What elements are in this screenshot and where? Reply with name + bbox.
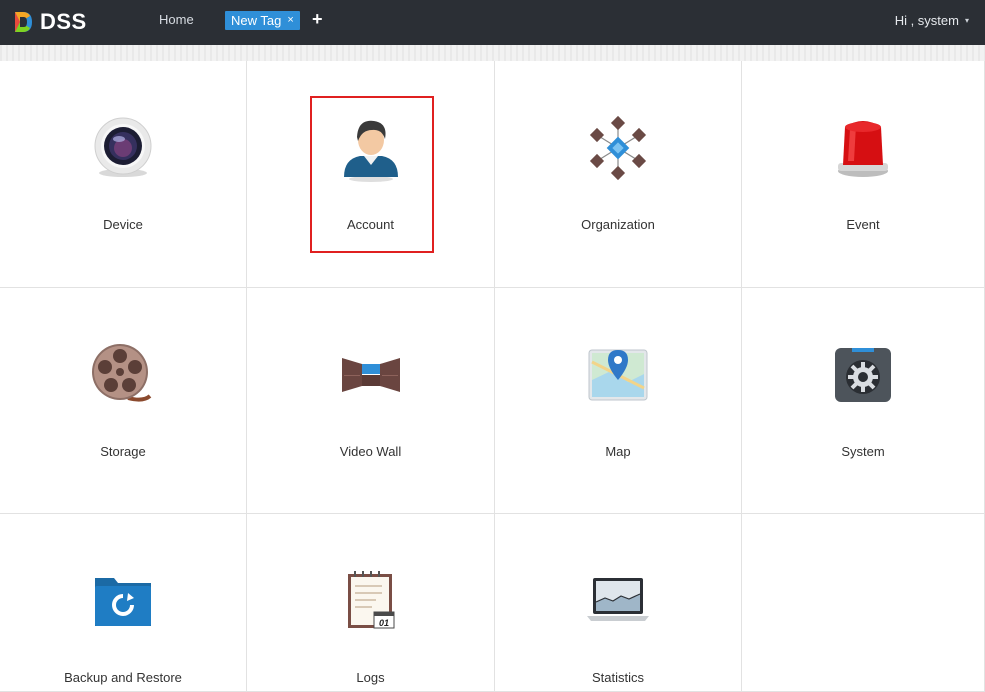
tile-empty — [742, 514, 985, 692]
tile-label: Video Wall — [339, 444, 402, 459]
video-wall-icon — [341, 358, 400, 392]
tile-label: Statistics — [591, 670, 644, 685]
tile-video-wall[interactable]: Video Wall — [247, 288, 495, 514]
event-alarm-icon — [838, 121, 888, 177]
tile-event[interactable]: Event — [742, 61, 985, 288]
add-tab-button[interactable]: + — [312, 9, 323, 30]
organization-icon — [589, 115, 647, 181]
nav-home-link[interactable]: Home — [159, 12, 194, 27]
tile-system[interactable]: System — [742, 288, 985, 514]
account-icon — [343, 120, 398, 182]
tile-label: Event — [846, 217, 880, 232]
tile-label: System — [841, 444, 885, 459]
tile-label: Storage — [100, 444, 146, 459]
tile-storage[interactable]: Storage — [0, 288, 247, 514]
module-grid: Device Account Organization Event Storag… — [0, 61, 985, 692]
logs-icon-date: 01 — [378, 618, 388, 628]
statistics-laptop-icon — [587, 578, 649, 621]
tile-logs[interactable]: 01 Logs — [247, 514, 495, 692]
tile-label: Logs — [356, 670, 385, 685]
tile-label: Organization — [581, 217, 655, 232]
user-menu[interactable]: Hi , system ▾ — [895, 13, 969, 28]
tile-label: Account — [347, 217, 394, 232]
tile-statistics[interactable]: Statistics — [495, 514, 742, 692]
dss-logo[interactable]: DSS — [12, 8, 87, 36]
chevron-down-icon: ▾ — [964, 16, 969, 25]
tile-device[interactable]: Device — [0, 61, 247, 288]
tile-label: Backup and Restore — [64, 670, 182, 685]
tile-map[interactable]: Map — [495, 288, 742, 514]
tab-label: New Tag — [231, 13, 282, 28]
tile-account[interactable]: Account — [247, 61, 495, 288]
dss-logo-icon — [15, 12, 32, 32]
tile-label: Device — [103, 217, 143, 232]
map-pin-icon — [588, 349, 648, 401]
tab-strip-divider — [0, 45, 985, 62]
tile-label: Map — [605, 444, 631, 459]
top-navigation-bar: DSS Home New Tag × + Hi , system ▾ — [0, 0, 985, 45]
tile-organization[interactable]: Organization — [495, 61, 742, 288]
tab-new-tag[interactable]: New Tag × — [225, 11, 300, 30]
user-greeting: Hi , system — [894, 13, 959, 28]
logo-text: DSS — [40, 9, 87, 34]
system-gear-icon — [835, 348, 891, 402]
tile-backup-and-restore[interactable]: Backup and Restore — [0, 514, 247, 692]
device-icon — [94, 117, 152, 177]
logs-notepad-icon: 01 — [347, 571, 394, 629]
tab-close-icon[interactable]: × — [287, 15, 293, 26]
backup-folder-icon — [95, 578, 151, 626]
storage-reel-icon — [92, 344, 152, 402]
